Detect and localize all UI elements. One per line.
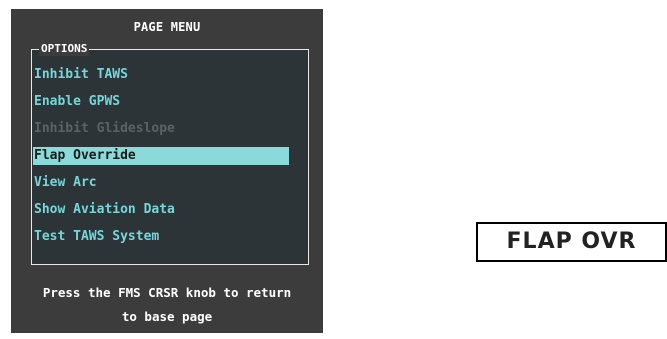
menu-item-inhibit-taws[interactable]: Inhibit TAWS [33, 66, 289, 84]
page-menu-title: PAGE MENU [133, 20, 201, 34]
menu-item-show-aviation-data[interactable]: Show Aviation Data [33, 201, 289, 219]
menu-item-test-taws-system[interactable]: Test TAWS System [33, 228, 289, 246]
menu-item-enable-gpws[interactable]: Enable GPWS [33, 93, 289, 111]
options-group: OPTIONS Inhibit TAWS Enable GPWS Inhibit… [31, 42, 309, 265]
help-text: Press the FMS CRSR knob to return to bas… [11, 281, 323, 329]
menu-item-view-arc[interactable]: View Arc [33, 174, 289, 192]
page-menu-window: PAGE MENU OPTIONS Inhibit TAWS Enable GP… [11, 9, 323, 333]
help-text-line-2: to base page [121, 309, 213, 324]
flap-override-annunciator: FLAP OVR [476, 222, 667, 262]
help-text-line-1: Press the FMS CRSR knob to return [42, 285, 292, 300]
options-label: OPTIONS [39, 42, 90, 56]
menu-item-flap-override[interactable]: Flap Override [33, 147, 289, 165]
menu-item-inhibit-glideslope: Inhibit Glideslope [34, 121, 175, 136]
